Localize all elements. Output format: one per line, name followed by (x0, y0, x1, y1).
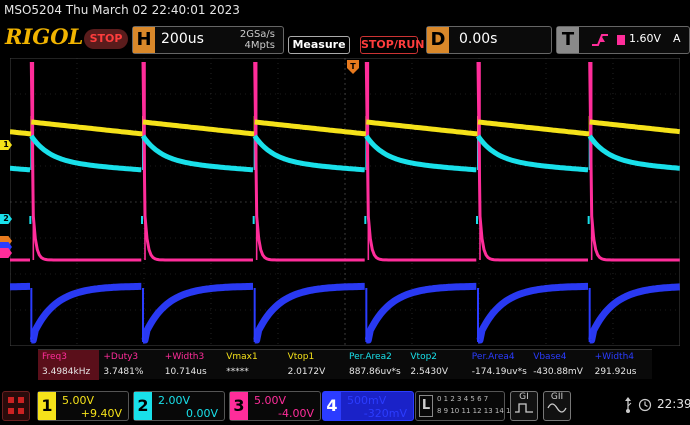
delay-box[interactable]: D 0.00s (426, 26, 552, 54)
measurement-value: 291.92us (594, 367, 637, 377)
measurement-label: Vtop1 (287, 352, 315, 362)
measurement-item[interactable]: Per.Area2 887.86uv*s (345, 350, 406, 380)
trigger-level: 1.60V (629, 32, 662, 45)
ch4-settings[interactable]: 4 500mV -320mV (322, 391, 414, 421)
ch2-settings[interactable]: 2 2.00V 0.00V (133, 391, 225, 421)
ch2-number: 2 (134, 392, 152, 420)
measurement-value: 3.7481% (103, 367, 144, 377)
measurement-label: +Width3 (164, 352, 205, 362)
stop-run-button[interactable]: STOP/RUN (360, 36, 424, 54)
sample-rate: 2GSa/s (239, 29, 275, 40)
measurement-item[interactable]: +Width4 291.92us (591, 350, 652, 380)
timebase-value: 200us (161, 31, 204, 47)
timebase-letter: H (133, 27, 155, 53)
measurement-label: Freq3 (42, 352, 68, 362)
measurement-label: +Width4 (594, 352, 635, 362)
generator1-button[interactable]: GI (510, 391, 538, 421)
generator2-label: GII (550, 392, 564, 402)
measurement-bar: Freq3 3.4984kHz +Duty3 3.7481% +Width3 10.714… (38, 349, 652, 380)
ch1-number: 1 (38, 392, 56, 420)
ch4-scale: 500mV (347, 394, 387, 407)
sample-rate-info: 2GSa/s 4Mpts (240, 29, 275, 51)
logic-letter: L (419, 395, 433, 417)
ch3-scale: 5.00V (254, 394, 287, 407)
measurement-value: 10.714us (164, 367, 207, 377)
measure-button[interactable]: Measure (288, 36, 350, 54)
waveform-svg (8, 57, 682, 347)
measurement-item[interactable]: Vmax1 ***** (222, 350, 283, 380)
ch4-offset: -320mV (363, 407, 407, 420)
measurement-label: Per.Area2 (349, 352, 392, 362)
delay-value: 0.00s (459, 31, 498, 47)
generator1-label: GI (519, 392, 529, 402)
measurement-label: +Duty3 (103, 352, 139, 362)
clock-time: 22:39 (657, 397, 690, 411)
ch4-number: 4 (323, 392, 341, 420)
measurement-value: 887.86uv*s (349, 367, 401, 377)
svg-text:T: T (350, 62, 356, 71)
generator2-button[interactable]: GII (543, 391, 571, 421)
measurement-label: Vbase4 (533, 352, 567, 362)
measurement-value: ***** (226, 367, 249, 377)
waveform-display[interactable] (8, 57, 682, 347)
timebase-box[interactable]: H 200us 2GSa/s 4Mpts (132, 26, 284, 54)
brand-logo: RIGOL (5, 24, 84, 49)
delay-letter: D (427, 27, 449, 53)
trigger-position-icon[interactable]: T (347, 60, 359, 74)
measurement-value: 2.0172V (287, 367, 326, 377)
sine-wave-icon (547, 403, 567, 413)
measurement-item[interactable]: Vbase4 -430.88mV (529, 350, 590, 380)
ch3-number: 3 (230, 392, 248, 420)
trigger-mode: A (673, 32, 681, 45)
bottom-channel-bar: 1 5.00V +9.40V 2 2.00V 0.00V 3 5.00V -4.… (0, 385, 690, 425)
measurement-label: Vtop2 (410, 352, 438, 362)
measurement-label: Vmax1 (226, 352, 258, 362)
top-status-bar: MSO5204 Thu March 02 22:40:01 2023 RIGOL… (0, 0, 690, 58)
measurement-value: 2.5430V (410, 367, 449, 377)
ch3-offset: -4.00V (278, 407, 314, 420)
measurement-value: -430.88mV (533, 367, 583, 377)
measurement-item[interactable]: Freq3 3.4984kHz (38, 350, 100, 380)
square-wave-icon (515, 403, 533, 413)
rising-edge-icon (592, 34, 608, 46)
measurement-item[interactable]: Per.Area4 -174.19uv*s (468, 350, 529, 380)
ch1-offset: +9.40V (80, 407, 122, 420)
logic-analyzer-box[interactable]: L 0 1 2 3 4 5 6 7 8 9 10 11 12 13 14 15 (415, 391, 515, 421)
measurement-item[interactable]: Vtop2 2.5430V (406, 350, 467, 380)
trigger-box[interactable]: T 1.60V A (556, 26, 690, 54)
trigger-source-swatch (617, 35, 625, 45)
logic-channels-row1: 0 1 2 3 4 5 6 7 (437, 395, 489, 403)
usb-icon (625, 397, 632, 413)
ch1-scale: 5.00V (62, 394, 95, 407)
memory-depth: 4Mpts (244, 40, 275, 51)
ch2-offset: 0.00V (185, 407, 218, 420)
measurement-label: Per.Area4 (471, 352, 515, 362)
clock-icon (638, 398, 652, 412)
measurement-value: -174.19uv*s (471, 367, 527, 377)
measurement-item[interactable]: +Width3 10.714us (161, 350, 222, 380)
measurement-item[interactable]: +Duty3 3.7481% (99, 350, 160, 380)
home-menu-icon[interactable] (2, 391, 30, 421)
ch2-scale: 2.00V (158, 394, 191, 407)
model-datetime: MSO5204 Thu March 02 22:40:01 2023 (4, 3, 240, 17)
measurement-value: 3.4984kHz (42, 367, 91, 377)
measurement-item[interactable]: Vtop1 2.0172V (284, 350, 345, 380)
trigger-letter: T (557, 27, 579, 53)
logic-channels-row2: 8 9 10 11 12 13 14 15 (437, 407, 515, 415)
run-state-indicator[interactable]: STOP (84, 29, 128, 49)
ch1-settings[interactable]: 1 5.00V +9.40V (37, 391, 129, 421)
ch3-settings[interactable]: 3 5.00V -4.00V (229, 391, 321, 421)
